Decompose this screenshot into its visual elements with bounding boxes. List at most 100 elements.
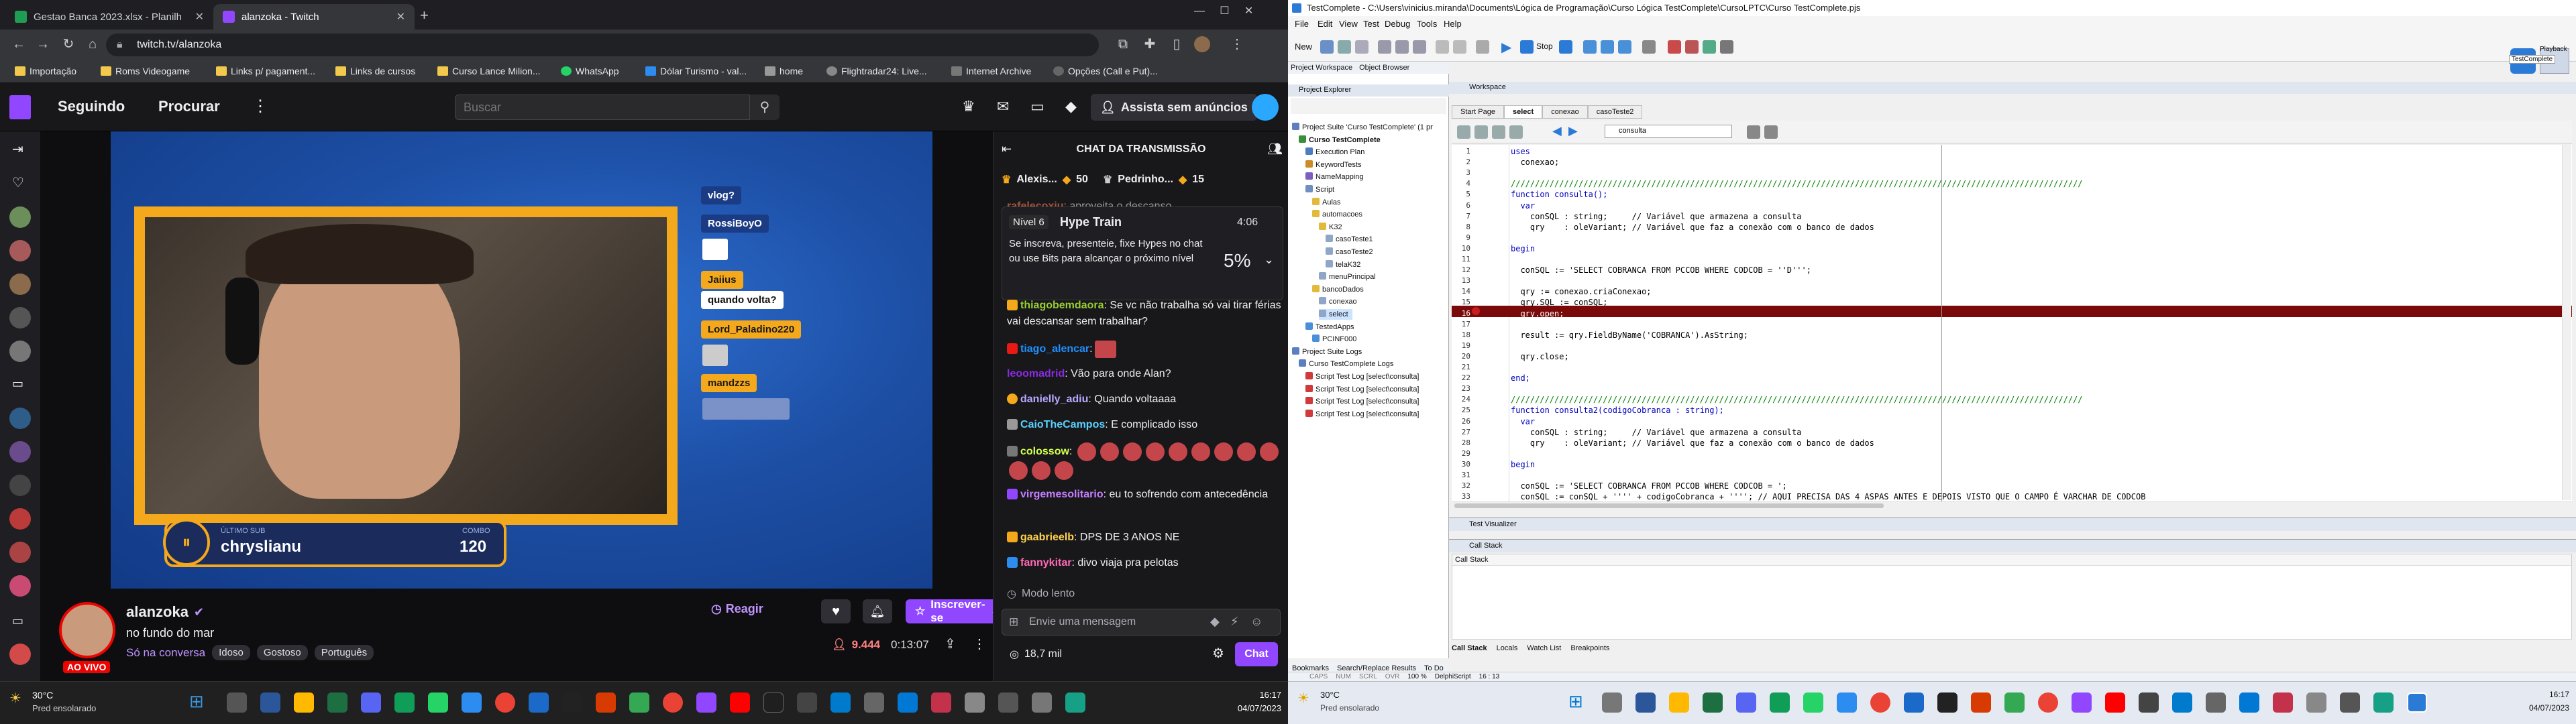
channel-avatar[interactable] [9,240,31,261]
bookmark-item[interactable]: Dólar Turismo - val... [645,63,747,79]
tab-locals[interactable]: Locals [1497,644,1518,652]
app-icon[interactable] [629,692,649,713]
step-icon[interactable] [1583,40,1597,54]
cut-icon[interactable] [1378,40,1391,54]
app-icon[interactable] [763,692,784,713]
whispers-icon[interactable]: ▭ [1030,98,1044,115]
tree-node[interactable]: select [1319,309,1352,320]
emoji-icon[interactable]: ☺ [1250,615,1263,629]
more-options-icon[interactable]: ⋮ [973,636,986,652]
code-line[interactable]: ////////////////////////////////////////… [1511,178,2083,189]
save-icon[interactable] [1338,40,1351,54]
tag[interactable]: Gostoso [256,645,308,660]
tree-node[interactable]: automacoes [1312,209,1362,220]
channel-avatar[interactable] [9,508,31,530]
tab-call-stack[interactable]: Call Stack [1452,644,1487,652]
chrome-icon[interactable] [495,692,515,713]
inbox-icon[interactable]: ✉ [997,98,1009,115]
app-icon[interactable] [1937,692,1957,713]
profile-avatar[interactable] [1194,36,1210,52]
app-icon[interactable] [2373,692,2394,713]
back-icon[interactable]: ← [9,35,28,54]
tree-node[interactable]: menuPrincipal [1319,272,1376,282]
whatsapp-icon[interactable] [428,692,448,713]
code-line[interactable]: result := qry.FieldByName('COBRANCA').As… [1511,330,1748,341]
test-visualizer-panel[interactable]: Test Visualizer [1449,518,2576,531]
app-icon[interactable] [596,692,616,713]
twitch-search-input[interactable] [455,95,750,120]
minimize-icon[interactable]: — [1194,5,1205,17]
code-line[interactable]: qry : oleVariant; // Variável que faz a … [1511,222,1874,233]
chevron-down-icon[interactable]: ⌄ [1264,253,1274,267]
bookmark-item[interactable]: Importação [15,63,76,79]
call-stack-list[interactable]: Call Stack [1452,554,2572,640]
tree-node[interactable]: Project Suite Logs [1292,347,1362,357]
new-tab-button[interactable]: + [420,7,429,24]
excel-icon[interactable] [327,692,347,713]
menu-debug[interactable]: Debug [1385,19,1410,29]
app-icon[interactable] [998,692,1018,713]
channel-name[interactable]: alanzoka [126,603,189,621]
follow-heart-button[interactable]: ♥ [821,599,851,623]
bits-icon[interactable]: ◆ [1065,98,1077,115]
close-window-icon[interactable]: ✕ [1244,5,1253,17]
chrome-icon[interactable] [663,692,683,713]
tree-node[interactable]: Curso TestComplete [1299,135,1381,145]
twitch-icon[interactable] [2072,692,2092,713]
code-line[interactable]: uses [1511,146,1530,157]
tab-casoteste2[interactable]: casoTeste2 [1587,105,1643,119]
redo-icon[interactable] [1453,40,1466,54]
channel-avatar[interactable] [9,644,31,665]
browse-link[interactable]: Procurar [158,98,220,115]
app-icon[interactable] [2105,692,2125,713]
tree-node[interactable]: TestedApps [1305,322,1354,333]
code-line[interactable]: conSQL := conSQL + '''' + codigoCobranca… [1511,491,2145,502]
code-line[interactable]: var [1511,200,1535,211]
category-link[interactable]: Só na conversa [126,646,205,660]
open-icon[interactable] [1320,40,1334,54]
channel-avatar[interactable] [9,206,31,228]
tab-breakpoints[interactable]: Breakpoints [1570,644,1609,652]
settings-icon[interactable]: ⚙ [1212,645,1224,662]
code-line[interactable]: ////////////////////////////////////////… [1511,394,2083,405]
code-editor[interactable]: 1 uses 2 conexao; 3 4 ///////////////////////… [1452,145,2572,501]
save-all-icon[interactable] [1355,40,1368,54]
code-line[interactable]: conexao; [1511,157,1559,168]
channel-avatar[interactable] [9,475,31,496]
tool-icon[interactable] [1720,40,1733,54]
bookmark-item[interactable]: Links de cursos [335,63,415,79]
app-icon[interactable] [2206,692,2226,713]
code-line[interactable]: function consulta2(codigoCobranca : stri… [1511,405,1724,416]
channel-avatar[interactable] [9,341,31,362]
windows-start-icon[interactable]: ⊞ [189,691,209,711]
bookmark-item[interactable]: home [765,63,803,79]
app-icon[interactable] [2239,692,2259,713]
bookmark-item[interactable]: Internet Archive [951,63,1031,79]
code-line[interactable]: qry : oleVariant; // Variável que faz a … [1511,438,1874,448]
channel-avatar[interactable] [9,307,31,328]
maximize-icon[interactable]: ☐ [1220,5,1229,17]
testcomplete-icon[interactable] [2407,692,2427,713]
app-icon[interactable] [2273,692,2293,713]
tree-node[interactable]: bancoDados [1312,284,1364,295]
bookmark-item[interactable]: Roms Videogame [101,63,190,79]
tree-node[interactable]: Execution Plan [1305,147,1364,158]
routine-dropdown[interactable]: consulta [1605,125,1732,138]
tab-project-workspace[interactable]: Project Workspace [1291,64,1352,72]
code-line[interactable]: conSQL : string; // Variável que armazen… [1511,211,1802,222]
code-line[interactable]: function consulta(); [1511,189,1608,200]
menu-file[interactable]: File [1295,19,1309,29]
pause-icon[interactable] [1559,40,1572,54]
vscode-icon[interactable] [2172,692,2192,713]
bookmark-item[interactable]: Links p/ pagament... [216,63,315,79]
app-icon[interactable] [2340,692,2360,713]
tab-watch-list[interactable]: Watch List [1527,644,1561,652]
tree-node[interactable]: Script Test Log [select\consulta] [1305,384,1419,395]
tree-node[interactable]: NameMapping [1305,172,1364,182]
ad-free-button[interactable]: 👤︎ Assista sem anúncios [1091,94,1257,121]
following-link[interactable]: Seguindo [58,98,125,115]
step-out-icon[interactable] [1618,40,1631,54]
chrome-icon[interactable] [1870,692,1890,713]
extensions-icon[interactable]: ⧉ [1114,35,1132,54]
code-line[interactable]: begin [1511,459,1535,470]
